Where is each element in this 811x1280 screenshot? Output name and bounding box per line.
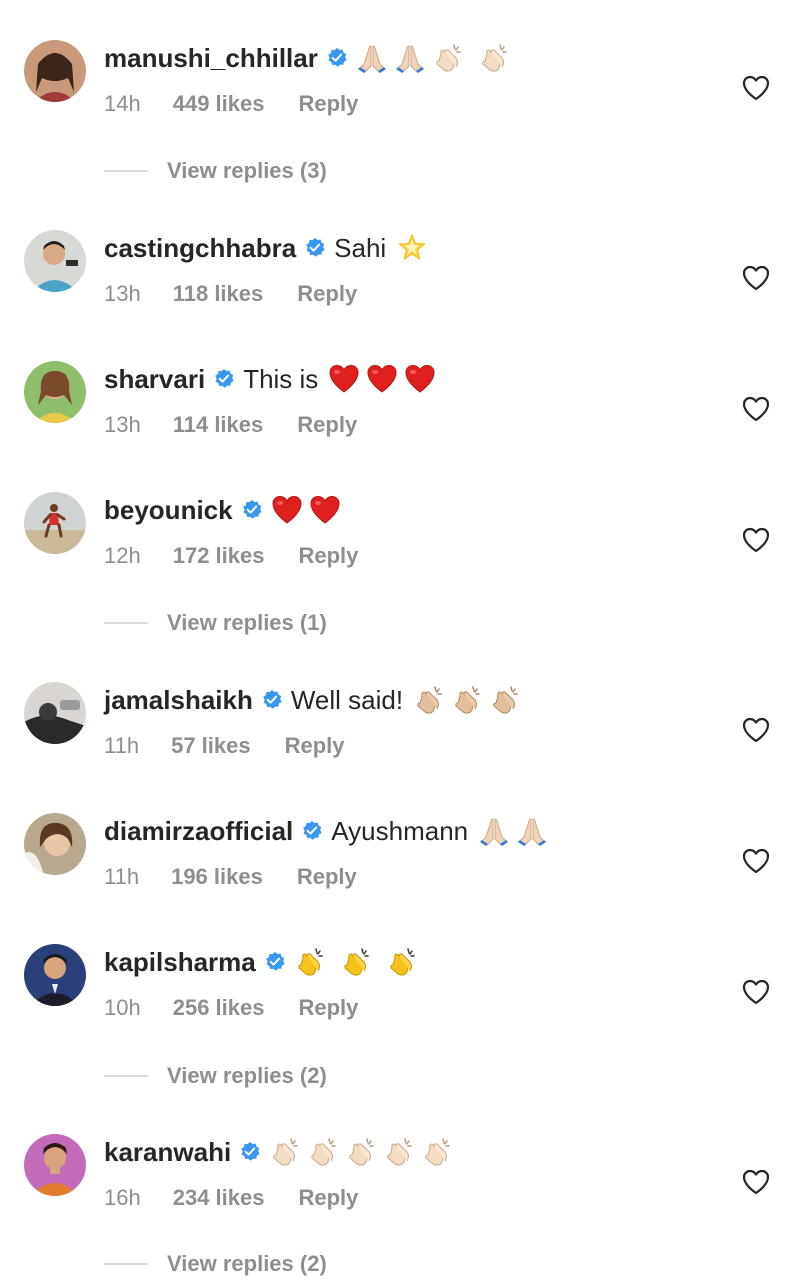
clapping-hands-icon xyxy=(383,1136,415,1168)
view-replies-link[interactable]: View replies (2) xyxy=(104,1060,504,1092)
view-replies-link[interactable]: View replies (1) xyxy=(104,607,504,639)
comment-timestamp: 10h xyxy=(104,995,141,1020)
comment-timestamp: 11h xyxy=(104,864,140,889)
folded-hands-icon xyxy=(478,815,510,847)
red-heart-icon xyxy=(309,494,341,526)
like-heart-icon[interactable] xyxy=(741,74,771,102)
clapping-hands-icon xyxy=(413,684,445,716)
verified-badge-icon xyxy=(213,368,235,390)
red-heart-icon xyxy=(366,363,398,395)
like-heart-icon[interactable] xyxy=(741,1168,771,1196)
clapping-hands-icon xyxy=(451,684,483,716)
folded-hands-icon xyxy=(394,42,426,74)
verified-badge-icon xyxy=(264,951,286,973)
divider xyxy=(104,1263,148,1265)
like-heart-icon[interactable] xyxy=(741,264,771,292)
view-replies-link[interactable]: View replies (2) xyxy=(104,1248,504,1280)
comment-text: Well said! xyxy=(290,684,404,715)
avatar[interactable] xyxy=(24,492,86,554)
view-replies-label[interactable]: View replies (3) xyxy=(167,158,327,184)
reply-button[interactable]: Reply xyxy=(297,864,357,890)
like-heart-icon[interactable] xyxy=(741,526,771,554)
reply-button[interactable]: Reply xyxy=(298,543,358,569)
comment-username[interactable]: manushi_chhillar xyxy=(104,43,318,74)
like-heart-icon[interactable] xyxy=(741,716,771,744)
comment-username[interactable]: jamalshaikh xyxy=(104,685,253,716)
avatar[interactable] xyxy=(24,230,86,292)
clapping-hands-icon xyxy=(269,1136,301,1168)
folded-hands-icon xyxy=(356,42,388,74)
clapping-hands-icon xyxy=(386,946,418,978)
avatar[interactable] xyxy=(24,682,86,744)
glowing-star-icon xyxy=(396,232,428,264)
clapping-hands-icon xyxy=(307,1136,339,1168)
comment-timestamp: 13h xyxy=(104,281,141,306)
view-replies-label[interactable]: View replies (2) xyxy=(167,1251,327,1277)
clapping-hands-icon xyxy=(340,946,372,978)
avatar[interactable] xyxy=(24,361,86,423)
reply-button[interactable]: Reply xyxy=(297,412,357,438)
verified-badge-icon xyxy=(326,47,348,69)
avatar[interactable] xyxy=(24,1134,86,1196)
reply-button[interactable]: Reply xyxy=(298,91,358,117)
red-heart-icon xyxy=(404,363,436,395)
reply-button[interactable]: Reply xyxy=(285,733,345,759)
verified-badge-icon xyxy=(241,499,263,521)
divider xyxy=(104,622,148,624)
verified-badge-icon xyxy=(301,820,323,842)
red-heart-icon xyxy=(271,494,303,526)
like-heart-icon[interactable] xyxy=(741,395,771,423)
comment-username[interactable]: diamirzaofficial xyxy=(104,816,293,847)
like-heart-icon[interactable] xyxy=(741,978,771,1006)
like-heart-icon[interactable] xyxy=(741,847,771,875)
reply-button[interactable]: Reply xyxy=(297,281,357,307)
view-replies-label[interactable]: View replies (2) xyxy=(167,1063,327,1089)
likes-count[interactable]: 234 likes xyxy=(173,1185,265,1211)
comment-text: Ayushmann xyxy=(331,815,469,846)
clapping-hands-icon xyxy=(421,1136,453,1168)
likes-count[interactable]: 172 likes xyxy=(173,543,265,569)
likes-count[interactable]: 114 likes xyxy=(173,412,264,438)
view-replies-link[interactable]: View replies (3) xyxy=(104,155,504,187)
comment-username[interactable]: karanwahi xyxy=(104,1137,231,1168)
comment-text: This is xyxy=(243,363,319,394)
comment-username[interactable]: beyounick xyxy=(104,495,233,526)
avatar[interactable] xyxy=(24,813,86,875)
comment-username[interactable]: kapilsharma xyxy=(104,947,256,978)
avatar[interactable] xyxy=(24,40,86,102)
view-replies-label[interactable]: View replies (1) xyxy=(167,610,327,636)
likes-count[interactable]: 256 likes xyxy=(173,995,265,1021)
comment-timestamp: 11h xyxy=(104,733,140,758)
reply-button[interactable]: Reply xyxy=(298,1185,358,1211)
verified-badge-icon xyxy=(304,237,326,259)
likes-count[interactable]: 118 likes xyxy=(173,281,264,307)
comment-username[interactable]: sharvari xyxy=(104,364,205,395)
red-heart-icon xyxy=(328,363,360,395)
likes-count[interactable]: 449 likes xyxy=(173,91,265,117)
avatar[interactable] xyxy=(24,944,86,1006)
comment-username[interactable]: castingchhabra xyxy=(104,233,296,264)
verified-badge-icon xyxy=(261,689,283,711)
clapping-hands-icon xyxy=(345,1136,377,1168)
clapping-hands-icon xyxy=(294,946,326,978)
likes-count[interactable]: 57 likes xyxy=(171,733,251,759)
clapping-hands-icon xyxy=(478,42,510,74)
comment-timestamp: 12h xyxy=(104,543,141,568)
comment-text: Sahi xyxy=(334,232,387,263)
divider xyxy=(104,170,148,172)
likes-count[interactable]: 196 likes xyxy=(171,864,263,890)
reply-button[interactable]: Reply xyxy=(298,995,358,1021)
folded-hands-icon xyxy=(516,815,548,847)
clapping-hands-icon xyxy=(489,684,521,716)
clapping-hands-icon xyxy=(432,42,464,74)
comment-timestamp: 14h xyxy=(104,91,141,116)
comment-timestamp: 16h xyxy=(104,1185,141,1210)
divider xyxy=(104,1075,148,1077)
verified-badge-icon xyxy=(239,1141,261,1163)
comment-timestamp: 13h xyxy=(104,412,141,437)
